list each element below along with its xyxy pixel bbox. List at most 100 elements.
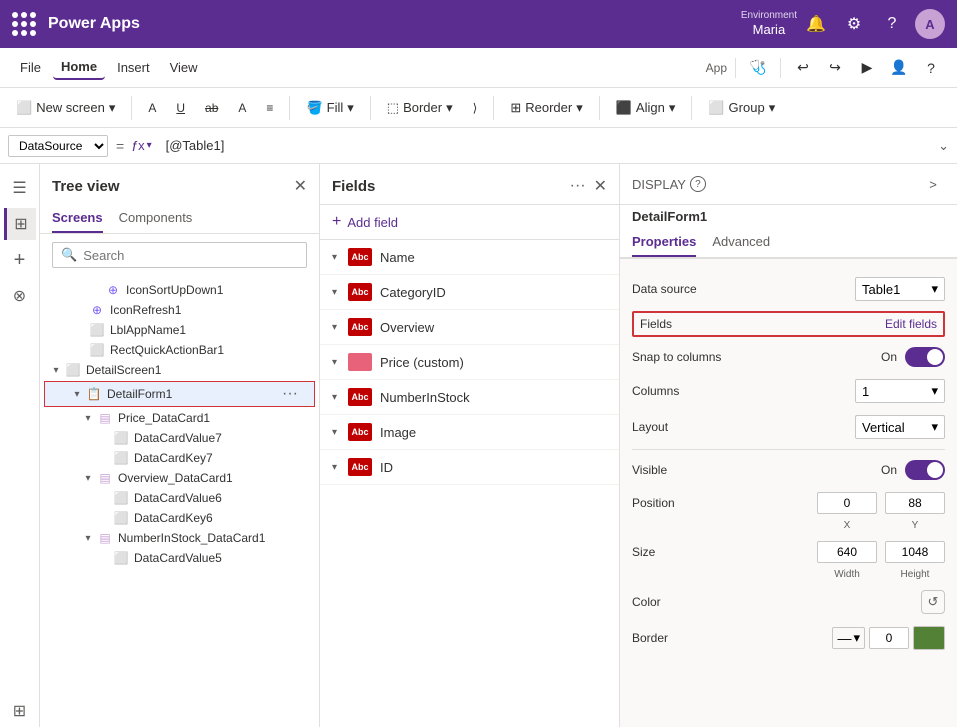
menu-insert[interactable]: Insert xyxy=(109,56,158,79)
display-help-icon[interactable]: ? xyxy=(690,176,706,192)
border-width-input[interactable] xyxy=(869,627,909,649)
tree-search-box[interactable]: 🔍 xyxy=(52,242,307,268)
settings-icon[interactable]: ⚙ xyxy=(839,9,869,39)
edit-fields-button[interactable]: Edit fields xyxy=(885,317,937,331)
tab-properties[interactable]: Properties xyxy=(632,228,696,257)
add-field-button[interactable]: + Add field xyxy=(320,205,619,240)
tree-view-title: Tree view xyxy=(52,178,120,195)
border-toolbar-button[interactable]: ⬚ Border ▾ xyxy=(379,96,461,120)
undo-icon[interactable]: ↩ xyxy=(789,54,817,82)
tree-item-price-datacard1[interactable]: ▾ ▤ Price_DataCard1 xyxy=(40,408,319,428)
border-style-selector[interactable]: — ▾ xyxy=(832,627,865,649)
tree-item-detailform1[interactable]: ▾ 📋 DetailForm1 ··· xyxy=(44,381,315,407)
font-size-button[interactable]: A xyxy=(230,97,254,119)
columns-selector[interactable]: 1 ▾ xyxy=(855,379,945,403)
sidebar-variables-icon[interactable]: ⊞ xyxy=(4,695,36,727)
position-x-input[interactable] xyxy=(817,492,877,514)
sidebar-add-icon[interactable]: + xyxy=(4,244,36,276)
tree-item-datacardvalue6[interactable]: ⬜ DataCardValue6 xyxy=(40,488,319,508)
app-launcher-icon[interactable] xyxy=(12,12,36,36)
formula-expand-icon[interactable]: ⌄ xyxy=(938,138,949,154)
tree-item-detailscreen1[interactable]: ▾ ⬜ DetailScreen1 xyxy=(40,360,319,380)
tree-item-datacardvalue7[interactable]: ⬜ DataCardValue7 xyxy=(40,428,319,448)
fx-button[interactable]: f x ▾ xyxy=(132,138,151,154)
help-topbar-icon[interactable]: ? xyxy=(877,9,907,39)
fields-close-button[interactable]: ✕ xyxy=(594,176,607,196)
field-item-id[interactable]: ▾ Abc ID xyxy=(320,450,619,485)
fill-button[interactable]: 🪣 Fill ▾ xyxy=(298,96,361,120)
formula-input[interactable] xyxy=(160,136,930,155)
visible-toggle[interactable] xyxy=(905,460,945,480)
expand-button[interactable]: ⟩ xyxy=(465,97,486,119)
tab-advanced[interactable]: Advanced xyxy=(712,228,770,257)
position-y-input[interactable] xyxy=(885,492,945,514)
strikethrough-button[interactable]: ab xyxy=(197,97,226,119)
card-icon: ▤ xyxy=(96,411,114,425)
tree-tabs: Screens Components xyxy=(40,204,319,234)
field-item-price[interactable]: ▾ Price (custom) xyxy=(320,345,619,380)
layout-selector[interactable]: Vertical ▾ xyxy=(855,415,945,439)
fields-content: ▾ Abc Name ▾ Abc CategoryID ▾ Abc Overvi… xyxy=(320,240,619,727)
new-screen-button[interactable]: ⬜ New screen ▾ xyxy=(8,96,123,120)
help-menubar-icon[interactable]: ? xyxy=(917,54,945,82)
size-height-input[interactable] xyxy=(885,541,945,563)
fields-more-icon[interactable]: ··· xyxy=(570,177,586,195)
property-selector[interactable]: DataSource xyxy=(8,135,108,157)
avatar[interactable]: A xyxy=(915,9,945,39)
tree-item-iconsortupdown1[interactable]: ⊕ IconSortUpDown1 xyxy=(40,280,319,300)
datasource-selector[interactable]: Table1 ▾ xyxy=(855,277,945,301)
field-type-badge-price xyxy=(348,353,372,371)
redo-icon[interactable]: ↪ xyxy=(821,54,849,82)
tree-item-datacardkey6[interactable]: ⬜ DataCardKey6 xyxy=(40,508,319,528)
tree-item-numberinstock-datacard1[interactable]: ▾ ▤ NumberInStock_DataCard1 xyxy=(40,528,319,548)
underline-button[interactable]: U xyxy=(168,97,193,119)
search-input[interactable] xyxy=(83,248,298,263)
columns-value: 1 ▾ xyxy=(752,379,945,403)
tree-item-overview-datacard1[interactable]: ▾ ▤ Overview_DataCard1 xyxy=(40,468,319,488)
align-text-button[interactable]: ≡ xyxy=(258,97,281,119)
color-picker-icon[interactable]: ↺ xyxy=(921,590,945,614)
tree-item-menu-icon[interactable]: ··· xyxy=(278,385,302,403)
tab-screens[interactable]: Screens xyxy=(52,204,103,233)
menu-file[interactable]: File xyxy=(12,56,49,79)
align-button[interactable]: ⬛ Align ▾ xyxy=(608,96,684,120)
share-icon[interactable]: 👤 xyxy=(885,54,913,82)
tree-item-datacardkey7[interactable]: ⬜ DataCardKey7 xyxy=(40,448,319,468)
fields-highlight-row: Fields Edit fields xyxy=(632,311,945,337)
sidebar-menu-icon[interactable]: ☰ xyxy=(4,172,36,204)
snap-toggle[interactable] xyxy=(905,347,945,367)
size-value xyxy=(752,541,945,563)
field-item-name[interactable]: ▾ Abc Name xyxy=(320,240,619,275)
run-icon[interactable]: ▶ xyxy=(853,54,881,82)
field-item-image[interactable]: ▾ Abc Image xyxy=(320,415,619,450)
tree-close-button[interactable]: ✕ xyxy=(294,176,307,196)
bell-icon[interactable]: 🔔 xyxy=(801,9,831,39)
prop-row-color: Color ↺ xyxy=(632,584,945,620)
field-item-numberinstock[interactable]: ▾ Abc NumberInStock xyxy=(320,380,619,415)
tree-item-iconrefresh1[interactable]: ⊕ IconRefresh1 xyxy=(40,300,319,320)
border-icon: ⬚ xyxy=(387,100,399,116)
tree-item-lblappname1[interactable]: ⬜ LblAppName1 xyxy=(40,320,319,340)
health-icon[interactable]: 🩺 xyxy=(744,54,772,82)
sidebar-treeview-icon[interactable]: ⊞ xyxy=(4,208,36,240)
props-expand-icon[interactable]: > xyxy=(921,172,945,196)
field-item-categoryid[interactable]: ▾ Abc CategoryID xyxy=(320,275,619,310)
search-icon: 🔍 xyxy=(61,247,77,263)
group-button[interactable]: ⬜ Group ▾ xyxy=(700,96,783,120)
text-format-button[interactable]: A xyxy=(140,97,164,119)
environment-selector[interactable]: Environment Maria xyxy=(741,9,797,39)
menu-view[interactable]: View xyxy=(162,56,206,79)
tree-item-datacardvalue5[interactable]: ⬜ DataCardValue5 xyxy=(40,548,319,568)
tree-item-rectquickactionbar1[interactable]: ⬜ RectQuickActionBar1 xyxy=(40,340,319,360)
position-inputs xyxy=(817,492,945,514)
size-width-input[interactable] xyxy=(817,541,877,563)
sidebar-data-icon[interactable]: ⊗ xyxy=(4,280,36,312)
divider2 xyxy=(780,58,781,78)
environment-value: Maria xyxy=(741,22,797,39)
reorder-button[interactable]: ⊞ Reorder ▾ xyxy=(502,96,590,120)
border-color-swatch[interactable] xyxy=(913,626,945,650)
tab-components[interactable]: Components xyxy=(119,204,193,233)
menu-home[interactable]: Home xyxy=(53,55,105,80)
tree-header: Tree view ✕ xyxy=(40,164,319,204)
field-item-overview[interactable]: ▾ Abc Overview xyxy=(320,310,619,345)
